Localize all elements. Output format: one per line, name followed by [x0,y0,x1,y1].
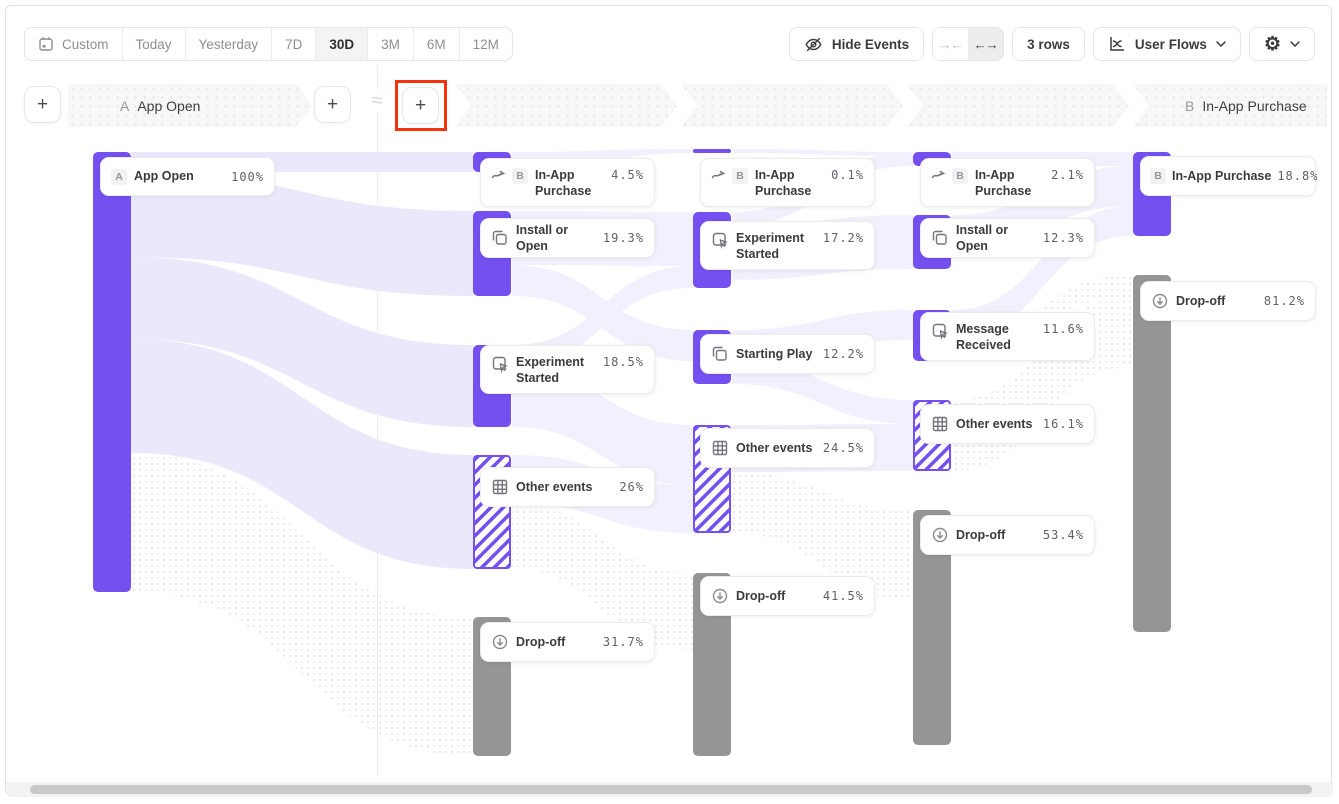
arrow-down-circle-icon [931,526,949,544]
node-card-dropoff[interactable]: Drop-off 41.5% [700,576,875,616]
step-band-segment-3 [907,84,1129,127]
step-band-end[interactable]: B In-App Purchase [1133,84,1327,127]
node-card-experiment-started[interactable]: Experiment Started 18.5% [480,345,655,394]
node-card-inapp-purchase[interactable]: B In-App Purchase 2.1% [920,158,1095,207]
letter-badge: B [512,168,528,184]
node-card-app-open[interactable]: A App Open 100% [100,157,275,196]
window-icon [711,345,729,363]
node-card-inapp-purchase[interactable]: B In-App Purchase 18.8% [1140,156,1316,196]
letter-badge: B [732,168,748,184]
step-band-segment-1 [455,84,677,127]
letter-badge: A [111,169,127,185]
continue-arrow-icon [931,168,945,182]
node-card-message-received[interactable]: Message Received 11.6% [920,312,1095,361]
date-range-label: Custom [62,37,109,52]
step-band-start[interactable]: A App Open [68,84,312,127]
expand-arrows-icon: ←→ [974,37,998,52]
click-icon [711,231,729,249]
date-range-yesterday[interactable]: Yesterday [186,28,273,60]
continue-arrow-icon [711,168,725,182]
date-range-6m[interactable]: 6M [414,28,460,60]
node-bar-app-open[interactable] [93,152,131,592]
grid-icon [711,439,729,457]
date-range-selector: Custom Today Yesterday 7D 30D 3M 6M 12M [24,27,513,61]
node-card-other-events[interactable]: Other events 16.1% [920,404,1095,444]
node-card-experiment-started[interactable]: Experiment Started 17.2% [700,221,875,270]
chevron-down-icon [1216,41,1226,47]
rows-button[interactable]: 3 rows [1012,27,1085,61]
node-card-install-or-open[interactable]: Install or Open 12.3% [920,218,1095,258]
node-card-starting-play[interactable]: Starting Play 12.2% [700,334,875,374]
date-range-custom[interactable]: Custom [25,28,123,60]
node-card-other-events[interactable]: Other events 26% [480,467,655,507]
date-range-today[interactable]: Today [123,28,186,60]
date-range-7d[interactable]: 7D [272,28,316,60]
node-card-install-or-open[interactable]: Install or Open 19.3% [480,218,655,258]
annotation-highlight-box [395,80,447,131]
column-width-toggle: →← ←→ [932,27,1004,61]
arrow-down-circle-icon [1151,292,1169,310]
calendar-icon [38,36,54,52]
steps-divider-line [377,66,378,776]
node-card-inapp-purchase[interactable]: B In-App Purchase 0.1% [700,158,875,207]
step-letter: B [1185,98,1194,114]
flows-chart-icon [1108,35,1126,53]
end-step-label: B In-App Purchase [1133,98,1307,114]
toolbar: Custom Today Yesterday 7D 30D 3M 6M 12M … [24,27,1315,61]
click-icon [491,355,509,373]
date-range-3m[interactable]: 3M [368,28,414,60]
window-icon [931,229,949,247]
horizontal-scrollbar-thumb[interactable] [30,785,1312,794]
gear-icon: ⚙ [1264,35,1281,54]
letter-badge: B [952,168,968,184]
step-letter: A [120,98,129,114]
node-card-dropoff[interactable]: Drop-off 81.2% [1140,281,1316,321]
letter-badge: B [1150,168,1166,184]
add-step-before-button[interactable]: + [24,86,61,123]
arrow-down-circle-icon [711,587,729,605]
expand-columns-button[interactable]: ←→ [968,28,1003,60]
date-range-30d[interactable]: 30D [316,28,368,60]
collapse-arrows-icon: →← [939,37,963,52]
node-card-other-events[interactable]: Other events 24.5% [700,428,875,468]
continue-arrow-icon [491,168,505,182]
grid-icon [491,478,509,496]
step-band-segment-2 [681,84,903,127]
collapse-columns-button[interactable]: →← [933,28,968,60]
arrow-down-circle-icon [491,633,509,651]
add-step-middle-button[interactable]: + [314,86,351,123]
date-range-12m[interactable]: 12M [460,28,512,60]
node-card-dropoff[interactable]: Drop-off 31.7% [480,622,655,662]
grid-icon [931,415,949,433]
node-card-inapp-purchase[interactable]: B In-App Purchase 4.5% [480,158,655,207]
toolbar-right-group: Hide Events →← ←→ 3 rows User Flows [789,27,1315,61]
approx-divider-icon: ≈ [364,89,390,113]
user-flows-screen: Custom Today Yesterday 7D 30D 3M 6M 12M … [0,0,1339,804]
chevron-down-icon [1290,41,1300,47]
node-bar-inapp-purchase[interactable] [693,149,731,153]
hide-events-button[interactable]: Hide Events [789,27,924,61]
node-bar-dropoff[interactable] [1133,275,1171,632]
settings-dropdown[interactable]: ⚙ [1249,27,1315,61]
window-icon [491,229,509,247]
node-card-dropoff[interactable]: Drop-off 53.4% [920,515,1095,555]
start-step-label: A App Open [68,98,200,114]
click-icon [931,322,949,340]
view-selector-dropdown[interactable]: User Flows [1093,27,1241,61]
horizontal-scrollbar-track[interactable] [6,782,1333,797]
eye-off-icon [804,35,823,54]
